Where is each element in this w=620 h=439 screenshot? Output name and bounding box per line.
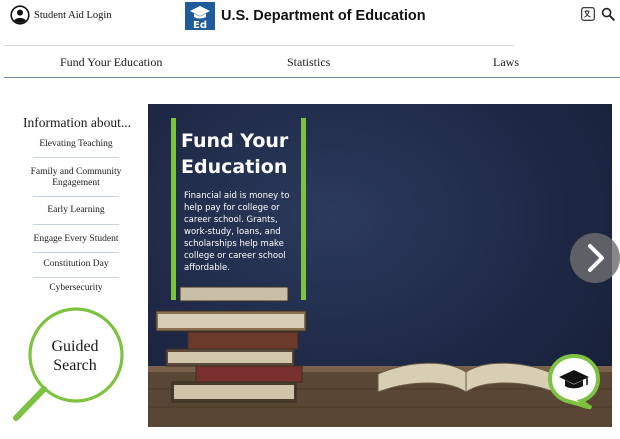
hero-description: Financial aid is money to help pay for c… (184, 191, 290, 273)
nav-fund-your-education[interactable]: Fund Your Education (60, 55, 162, 70)
sidebar-item-early-learning[interactable]: Early Learning (30, 205, 122, 216)
hero-title: Fund Your Education (181, 130, 289, 178)
carousel-next-button[interactable] (570, 233, 620, 283)
sidebar-item-engage-every-student[interactable]: Engage Every Student (30, 234, 122, 245)
translate-icon[interactable] (581, 7, 595, 21)
site-title: U.S. Department of Education (221, 8, 426, 24)
svg-text:Ed: Ed (193, 20, 207, 30)
search-icon[interactable] (601, 7, 615, 21)
hero-accent-bar-right (301, 118, 306, 300)
user-account-icon (10, 5, 30, 25)
nav-divider (4, 77, 620, 78)
hero-accent-bar-left (171, 118, 176, 300)
sidebar-divider (33, 157, 119, 158)
header-tools (581, 7, 615, 21)
guided-search-label[interactable]: Guided Search (38, 337, 112, 375)
student-aid-login-label: Student Aid Login (34, 9, 112, 21)
nav-laws[interactable]: Laws (493, 55, 519, 70)
chat-assistant-icon[interactable] (547, 353, 601, 409)
nav-statistics[interactable]: Statistics (287, 55, 330, 70)
sidebar-heading: Information about... (23, 115, 131, 130)
sidebar-item-cybersecurity[interactable]: Cybersecurity (30, 283, 122, 294)
ed-seal-logo: Ed (185, 2, 215, 30)
chevron-right-icon (588, 244, 604, 272)
student-aid-login-link[interactable]: Student Aid Login (10, 5, 112, 25)
hero-banner: Fund Your Education Financial aid is mon… (148, 104, 612, 427)
sidebar-item-elevating-teaching[interactable]: Elevating Teaching (30, 139, 122, 150)
sidebar-divider (33, 224, 119, 225)
sidebar-divider (33, 252, 119, 253)
sidebar-divider (33, 277, 119, 278)
sidebar-item-family-community-engagement[interactable]: Family and Community Engagement (30, 167, 122, 189)
site-brand[interactable]: Ed U.S. Department of Education (185, 2, 426, 30)
sidebar-divider (33, 196, 119, 197)
header-divider (4, 45, 514, 46)
sidebar-item-constitution-day[interactable]: Constitution Day (30, 259, 122, 270)
